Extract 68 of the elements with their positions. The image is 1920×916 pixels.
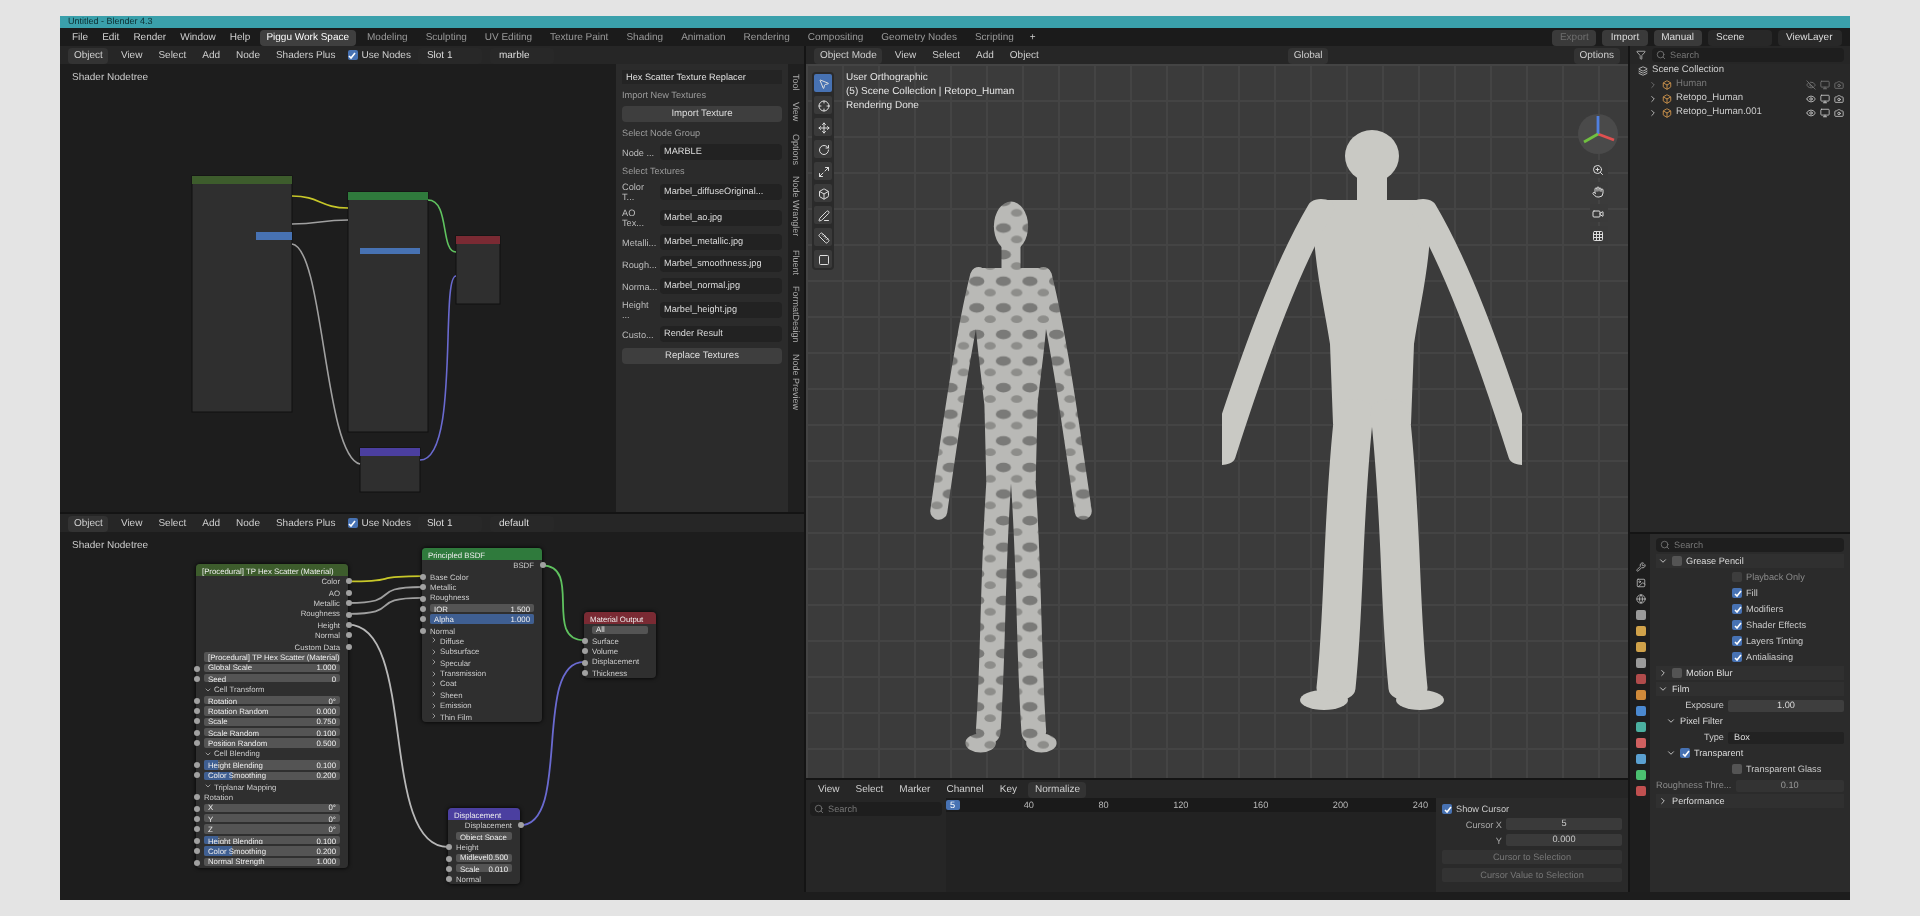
rotate-icon <box>817 143 829 155</box>
camera-icon[interactable] <box>1834 80 1844 90</box>
node-drawing[interactable] <box>191 175 293 413</box>
node-link <box>291 195 349 209</box>
tool-button[interactable] <box>814 250 832 268</box>
checkbox[interactable] <box>1672 556 1682 566</box>
monitor-icon[interactable] <box>1820 108 1830 118</box>
square-icon <box>817 253 829 265</box>
view-button[interactable] <box>1589 226 1607 244</box>
checkbox[interactable] <box>1732 604 1742 614</box>
tool-button[interactable] <box>814 228 832 246</box>
grid-icon <box>1592 229 1604 241</box>
node-link <box>347 575 423 583</box>
checkbox[interactable] <box>1672 668 1682 678</box>
checkbox[interactable] <box>1732 588 1742 598</box>
cursor-icon <box>817 77 829 89</box>
collection-icon <box>1638 66 1648 76</box>
hidden-eye-icon[interactable] <box>1806 80 1816 90</box>
pen-icon <box>817 209 829 221</box>
filter-icon[interactable] <box>1636 50 1646 60</box>
tool-button[interactable] <box>814 140 832 158</box>
globe-icon[interactable] <box>1635 594 1645 604</box>
node-link <box>541 564 585 642</box>
object-icon <box>1662 80 1672 90</box>
search-icon <box>814 804 824 814</box>
crosshair-icon <box>817 99 829 111</box>
tool-button[interactable] <box>814 96 832 114</box>
eye-icon[interactable] <box>1806 94 1816 104</box>
cube-icon <box>817 187 829 199</box>
move-icon <box>817 121 829 133</box>
monitor-icon[interactable] <box>1820 80 1830 90</box>
node-link <box>291 219 349 225</box>
object-icon <box>1662 108 1672 118</box>
search-icon <box>1660 540 1670 550</box>
checkbox[interactable] <box>1732 652 1742 662</box>
node-drawing[interactable] <box>359 447 421 493</box>
search-icon <box>1656 50 1666 60</box>
checkbox[interactable] <box>347 50 358 60</box>
camera-icon[interactable] <box>1834 94 1844 104</box>
view-button[interactable] <box>1589 160 1607 178</box>
ruler-icon <box>817 231 829 243</box>
object-icon <box>1662 94 1672 104</box>
axis-gizmo-icon[interactable] <box>1576 112 1620 156</box>
monitor-icon[interactable] <box>1820 94 1830 104</box>
zoom-icon <box>1592 163 1604 175</box>
eye-icon[interactable] <box>1806 108 1816 118</box>
wrench-icon[interactable] <box>1635 562 1645 572</box>
node-drawing[interactable] <box>347 191 429 433</box>
checkbox[interactable] <box>1732 620 1742 630</box>
tool-button[interactable] <box>814 118 832 136</box>
node-link <box>347 586 423 604</box>
node-link <box>347 596 423 615</box>
checkbox[interactable] <box>1732 636 1742 646</box>
checkbox[interactable] <box>347 518 358 528</box>
tool-button[interactable] <box>814 162 832 180</box>
image-icon[interactable] <box>1635 578 1645 588</box>
hand-icon <box>1592 185 1604 197</box>
camera-icon <box>1592 207 1604 219</box>
checkbox[interactable] <box>1442 804 1452 814</box>
tool-button[interactable] <box>814 184 832 202</box>
tool-button[interactable] <box>814 206 832 224</box>
checkbox[interactable] <box>1680 748 1690 758</box>
camera-icon[interactable] <box>1834 108 1844 118</box>
shader-node[interactable] <box>196 564 348 868</box>
view-button[interactable] <box>1589 182 1607 200</box>
checkbox[interactable] <box>1732 764 1742 774</box>
node-drawing[interactable] <box>455 235 501 305</box>
node-link <box>427 199 457 253</box>
